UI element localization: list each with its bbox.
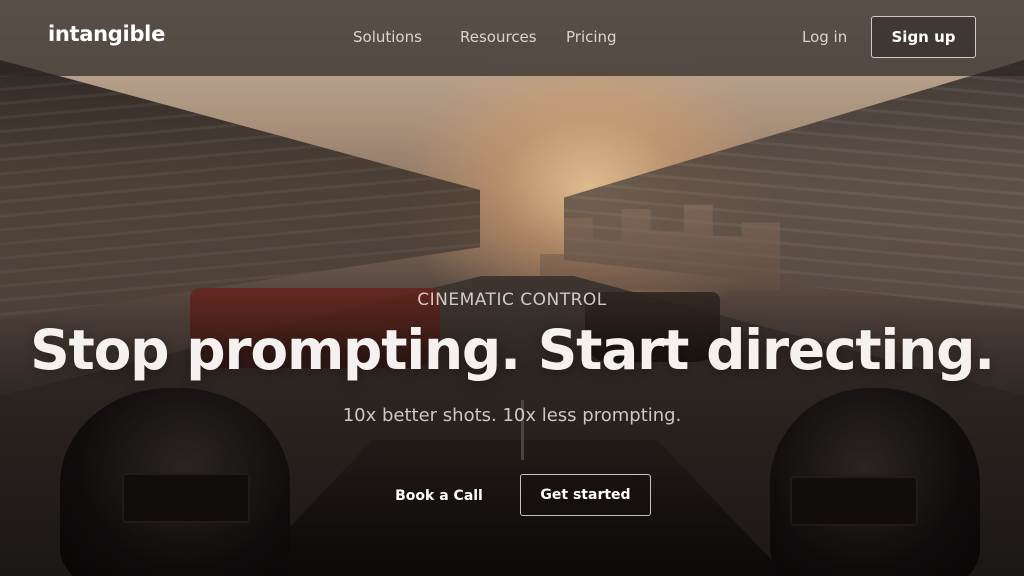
book-a-call-button[interactable]: Book a Call — [384, 476, 494, 516]
login-link[interactable]: Log in — [802, 28, 847, 46]
top-navbar: intangible Solutions Resources Pricing L… — [0, 0, 1024, 76]
get-started-button[interactable]: Get started — [520, 474, 651, 516]
hero-eyebrow: CINEMATIC CONTROL — [417, 290, 607, 310]
nav-link-solutions[interactable]: Solutions — [353, 28, 422, 46]
hero-headline: Stop prompting. Start directing. — [30, 318, 995, 382]
nav-link-pricing[interactable]: Pricing — [566, 28, 617, 46]
signup-button[interactable]: Sign up — [871, 16, 976, 58]
hero-subheadline: 10x better shots. 10x less prompting. — [342, 405, 682, 426]
nav-link-resources[interactable]: Resources — [460, 28, 537, 46]
hero-section: CINEMATIC CONTROL Stop prompting. Start … — [0, 0, 1024, 576]
